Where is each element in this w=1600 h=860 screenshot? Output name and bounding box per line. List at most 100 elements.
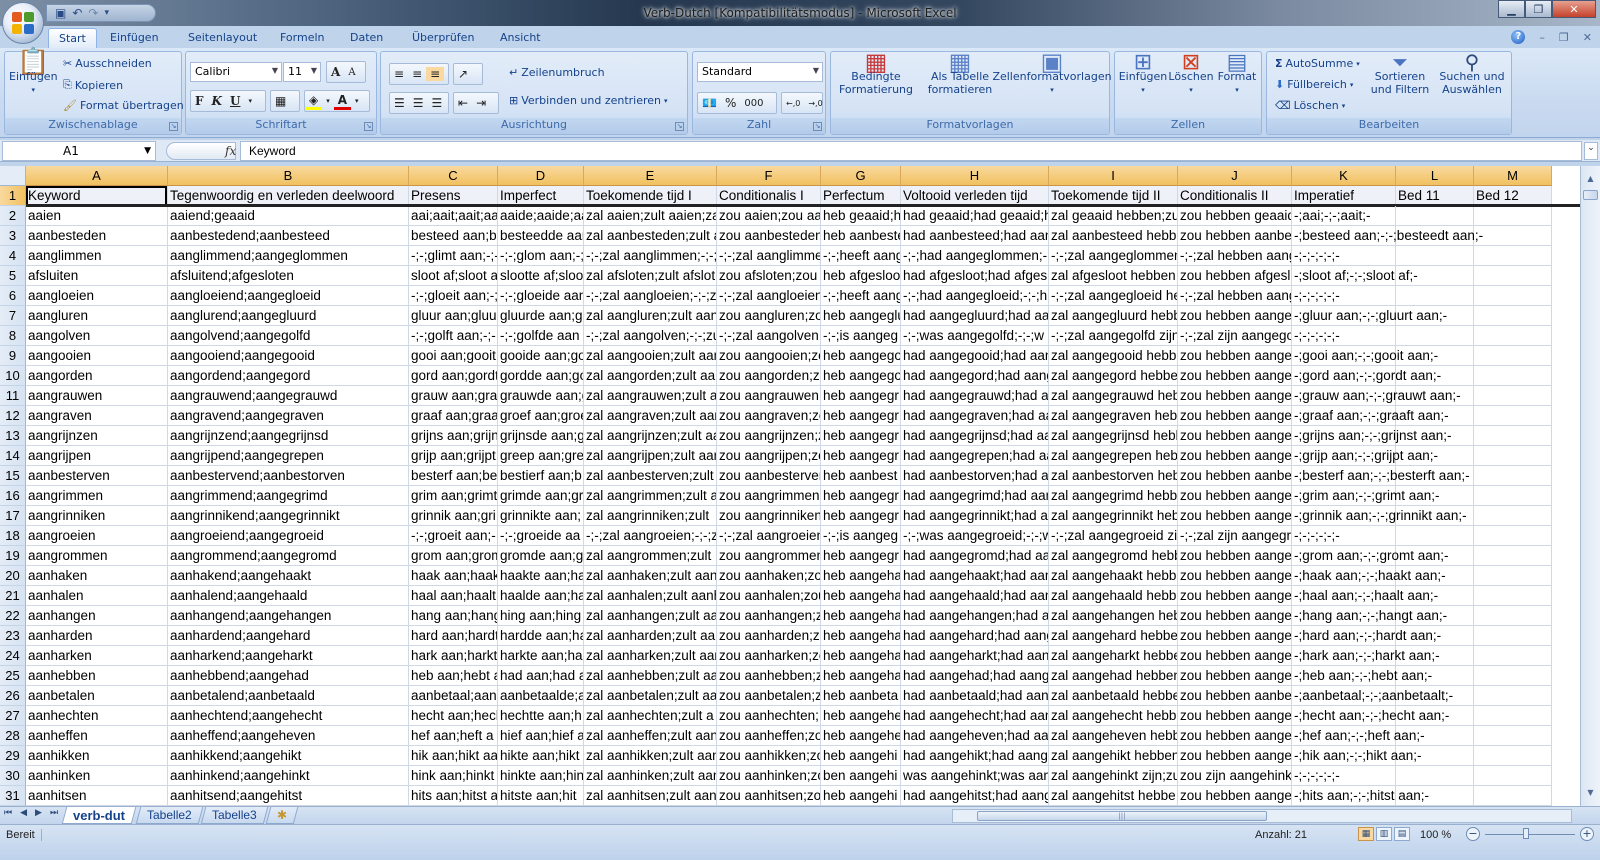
table-cell[interactable]: [1474, 746, 1552, 766]
row-header[interactable]: 31: [0, 786, 26, 806]
table-cell[interactable]: hing aan;hing: [498, 606, 584, 626]
table-cell[interactable]: aangloeien: [26, 286, 168, 306]
tab-seitenlayout[interactable]: Seitenlayout: [178, 28, 267, 48]
table-cell[interactable]: zou hebben aange: [1178, 706, 1292, 726]
column-title-cell[interactable]: Bed 11: [1396, 186, 1474, 206]
table-cell[interactable]: -;hik aan;-;-;hikt aan;-: [1292, 746, 1422, 766]
decrease-decimal-icon[interactable]: →,0: [804, 99, 826, 108]
table-cell[interactable]: aanhinken: [26, 766, 168, 786]
table-cell[interactable]: besteedde aan: [498, 226, 584, 246]
table-cell[interactable]: hief aan;hief a: [498, 726, 584, 746]
table-cell[interactable]: heb aangegr: [821, 446, 901, 466]
row-header[interactable]: 19: [0, 546, 26, 566]
table-cell[interactable]: zal aanharken;zult aan: [584, 646, 717, 666]
italic-button[interactable]: K: [208, 94, 226, 108]
insert-cells-button[interactable]: ⊞ Einfügen ▾: [1119, 52, 1168, 97]
table-cell[interactable]: gromde aan;g: [498, 546, 584, 566]
normal-view-icon[interactable]: ▦: [1358, 827, 1374, 841]
page-break-view-icon[interactable]: ▤: [1394, 827, 1410, 841]
row-header[interactable]: 4: [0, 246, 26, 266]
table-cell[interactable]: gooi aan;gooit: [409, 346, 498, 366]
tab-start[interactable]: Start: [48, 28, 97, 48]
table-cell[interactable]: grijnsde aan;g: [498, 426, 584, 446]
table-cell[interactable]: zal aangehikt hebben: [1049, 746, 1178, 766]
table-cell[interactable]: grijp aan;grijpt: [409, 446, 498, 466]
table-cell[interactable]: had aangehecht;had aan: [901, 706, 1049, 726]
table-cell[interactable]: zou aanhaken;zo: [717, 566, 821, 586]
sheet-tab-tabelle2[interactable]: Tabelle2: [135, 807, 203, 824]
table-cell[interactable]: zal aangehaald hebbe: [1049, 586, 1178, 606]
table-cell[interactable]: slootte af;sloo: [498, 266, 584, 286]
table-cell[interactable]: had afgesloot;had afges: [901, 266, 1049, 286]
table-cell[interactable]: -;-;zal aangegroeid zi: [1049, 526, 1178, 546]
table-cell[interactable]: zou hebben aange: [1178, 546, 1292, 566]
table-cell[interactable]: -;gluur aan;-;-;gluurt aan;-: [1292, 306, 1447, 326]
table-cell[interactable]: [1474, 566, 1552, 586]
chevron-down-icon[interactable]: ▾: [244, 97, 256, 105]
table-cell[interactable]: zou aanharden;zo: [717, 626, 821, 646]
table-cell[interactable]: [1474, 626, 1552, 646]
table-cell[interactable]: had aangegord;had aang: [901, 366, 1049, 386]
row-header[interactable]: 13: [0, 426, 26, 446]
row-header[interactable]: 18: [0, 526, 26, 546]
table-cell[interactable]: -;grom aan;-;-;gromt aan;-: [1292, 546, 1449, 566]
table-cell[interactable]: zou hebben aange: [1178, 666, 1292, 686]
table-cell[interactable]: zal aangegraven hebb: [1049, 406, 1178, 426]
table-cell[interactable]: zou aangrauwen;: [717, 386, 821, 406]
table-cell[interactable]: [1474, 306, 1552, 326]
table-cell[interactable]: zal aanhitsen;zult aan: [584, 786, 717, 806]
table-cell[interactable]: zal aangegromd hebb: [1049, 546, 1178, 566]
zoom-level[interactable]: 100 %: [1420, 829, 1451, 841]
formula-input[interactable]: Keyword: [240, 141, 1582, 161]
table-cell[interactable]: -;-;groeit aan;-: [409, 526, 498, 546]
table-cell[interactable]: groef aan;groe: [498, 406, 584, 426]
table-cell[interactable]: [1474, 446, 1552, 466]
table-cell[interactable]: aangrijpend;aangegrepen: [168, 446, 409, 466]
table-cell[interactable]: heb aangeglu: [821, 306, 901, 326]
table-cell[interactable]: aanhechtend;aangehecht: [168, 706, 409, 726]
table-cell[interactable]: zal aanhechten;zult a: [584, 706, 717, 726]
cell-styles-button[interactable]: ▣ Zellenformatvorlagen ▾: [992, 50, 1111, 97]
table-cell[interactable]: heb aan;hebt a: [409, 666, 498, 686]
table-cell[interactable]: zal afsloten;zult afslot: [584, 266, 717, 286]
table-cell[interactable]: -;-;is aangeg: [821, 326, 901, 346]
table-cell[interactable]: zal afgesloot hebben: [1049, 266, 1178, 286]
table-cell[interactable]: zou hebben aange: [1178, 786, 1292, 806]
table-cell[interactable]: zal aanbetalen;zult aa: [584, 686, 717, 706]
table-cell[interactable]: greep aan;gre: [498, 446, 584, 466]
table-cell[interactable]: aanhikken: [26, 746, 168, 766]
table-cell[interactable]: -;-;zal aanglimmen;-;-;z: [584, 246, 717, 266]
table-cell[interactable]: zal aangrimmen;zult a: [584, 486, 717, 506]
table-cell[interactable]: aanheffen: [26, 726, 168, 746]
table-cell[interactable]: aanbestervend;aanbestorven: [168, 466, 409, 486]
zoom-slider-thumb[interactable]: [1523, 828, 1529, 839]
table-cell[interactable]: gordde aan;go: [498, 366, 584, 386]
table-cell[interactable]: zal aangehaakt hebbe: [1049, 566, 1178, 586]
table-cell[interactable]: aangrimmen: [26, 486, 168, 506]
table-cell[interactable]: zal aangegrimd hebb: [1049, 486, 1178, 506]
table-cell[interactable]: [1396, 246, 1474, 266]
restore-button[interactable]: ❐: [1525, 0, 1552, 18]
table-cell[interactable]: [1474, 526, 1552, 546]
table-cell[interactable]: zou hebben aanbe: [1178, 226, 1292, 246]
table-cell[interactable]: aangravend;aangegraven: [168, 406, 409, 426]
column-header-h[interactable]: H: [901, 166, 1049, 186]
table-cell[interactable]: -;-;is aangeg: [821, 526, 901, 546]
table-cell[interactable]: [1474, 766, 1552, 786]
table-cell[interactable]: zal aangegord hebbe: [1049, 366, 1178, 386]
table-cell[interactable]: aangraven: [26, 406, 168, 426]
font-size-select[interactable]: 11 ▼: [283, 62, 321, 82]
row-header[interactable]: 5: [0, 266, 26, 286]
table-cell[interactable]: aanhakend;aangehaakt: [168, 566, 409, 586]
table-cell[interactable]: heb aangegr: [821, 546, 901, 566]
table-cell[interactable]: zou afsloten;zou: [717, 266, 821, 286]
borders-button[interactable]: ▦: [270, 90, 300, 112]
table-cell[interactable]: zal aanheffen;zult aan: [584, 726, 717, 746]
font-color-icon[interactable]: A: [333, 93, 352, 110]
row-header[interactable]: 26: [0, 686, 26, 706]
row-header[interactable]: 8: [0, 326, 26, 346]
vertical-scrollbar[interactable]: ▲ ▼: [1580, 166, 1600, 806]
row-header[interactable]: 1: [0, 186, 26, 206]
table-cell[interactable]: aanbesterven: [26, 466, 168, 486]
table-cell[interactable]: -;-;zal aangroeien: [717, 526, 821, 546]
